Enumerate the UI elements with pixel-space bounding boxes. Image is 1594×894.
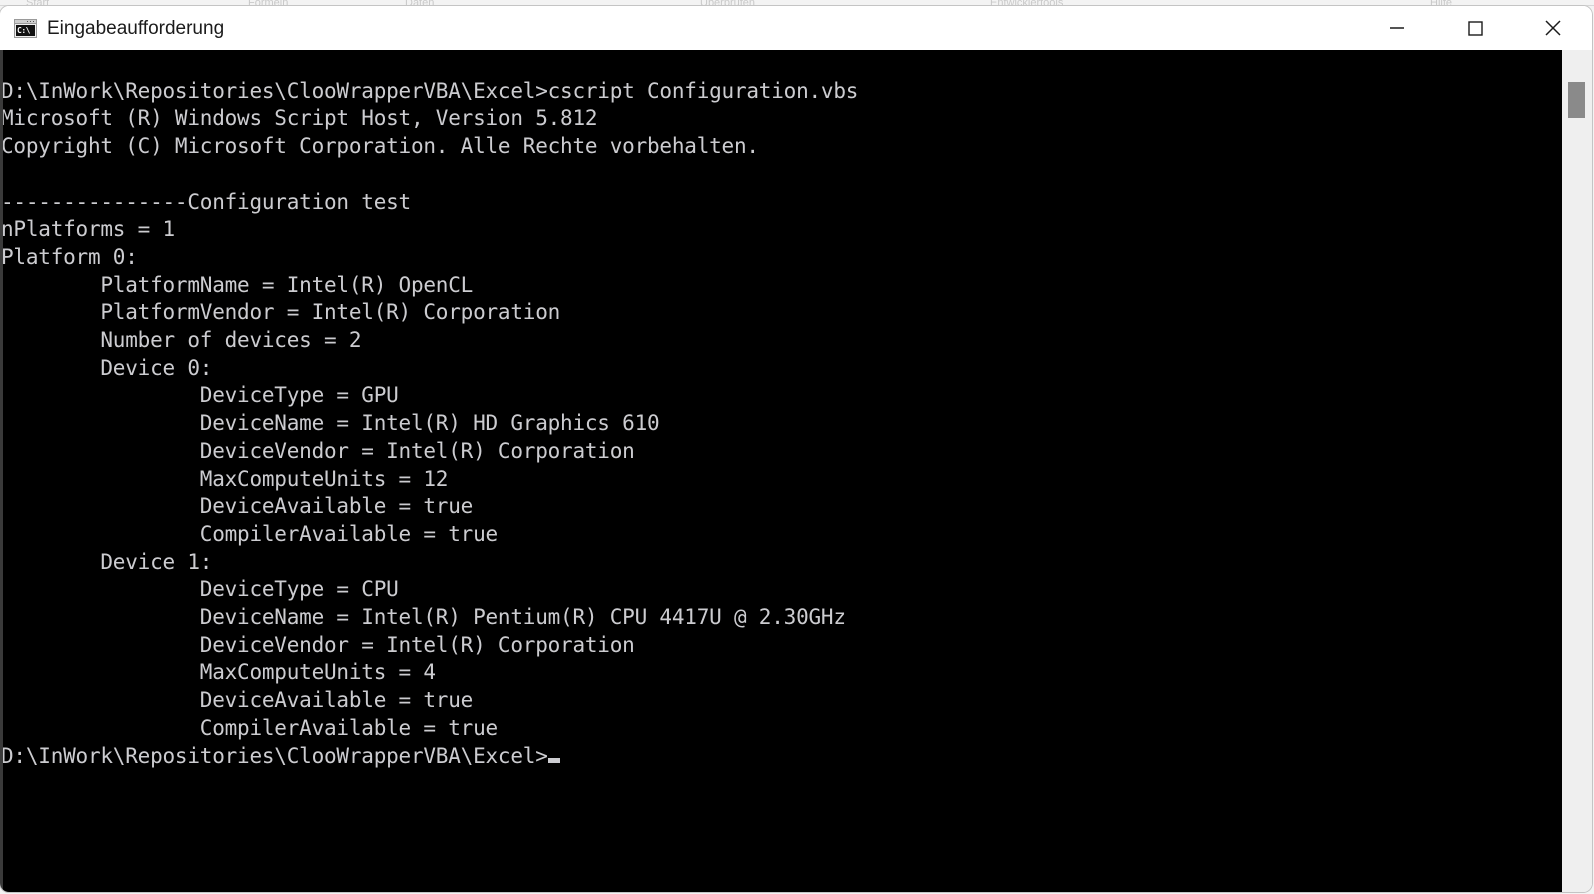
close-button[interactable] <box>1514 6 1592 50</box>
console-output-text: D:\InWork\Repositories\ClooWrapperVBA\Ex… <box>3 78 859 768</box>
console-scrollbar[interactable] <box>1562 50 1590 892</box>
command-prompt-window: C:\ Eingabeaufforderung D:\InWork\Reposi… <box>0 6 1592 892</box>
ribbon-tab-help: Hilfe <box>1430 0 1452 5</box>
console-body[interactable]: D:\InWork\Repositories\ClooWrapperVBA\Ex… <box>0 50 1592 892</box>
ribbon-tab-insert: Formeln <box>248 0 288 5</box>
ribbon-tab-start: Start <box>26 0 49 5</box>
cmd-icon-glyph: C:\ <box>16 25 35 36</box>
window-title: Eingabeaufforderung <box>47 18 225 39</box>
text-cursor <box>547 757 560 763</box>
maximize-icon <box>1468 21 1483 36</box>
screen-root: Start Formeln Daten Überprüfen Entwickle… <box>0 0 1594 894</box>
window-titlebar[interactable]: C:\ Eingabeaufforderung <box>0 6 1592 50</box>
ribbon-tab-formulas: Überprüfen <box>700 0 755 5</box>
console-screen[interactable]: D:\InWork\Repositories\ClooWrapperVBA\Ex… <box>3 50 1562 892</box>
ribbon-tab-pagelayout: Daten <box>405 0 434 5</box>
close-icon <box>1545 20 1561 36</box>
minimize-icon <box>1390 27 1404 29</box>
window-controls <box>1358 6 1592 50</box>
cmd-console-icon: C:\ <box>14 19 37 38</box>
ribbon-tab-developertools: Entwicklertools <box>990 0 1063 5</box>
console-current-prompt: D:\InWork\Repositories\ClooWrapperVBA\Ex… <box>3 743 548 768</box>
scrollbar-thumb[interactable] <box>1568 82 1585 118</box>
maximize-button[interactable] <box>1436 6 1514 50</box>
minimize-button[interactable] <box>1358 6 1436 50</box>
cmd-icon-titlestrip <box>15 20 36 24</box>
